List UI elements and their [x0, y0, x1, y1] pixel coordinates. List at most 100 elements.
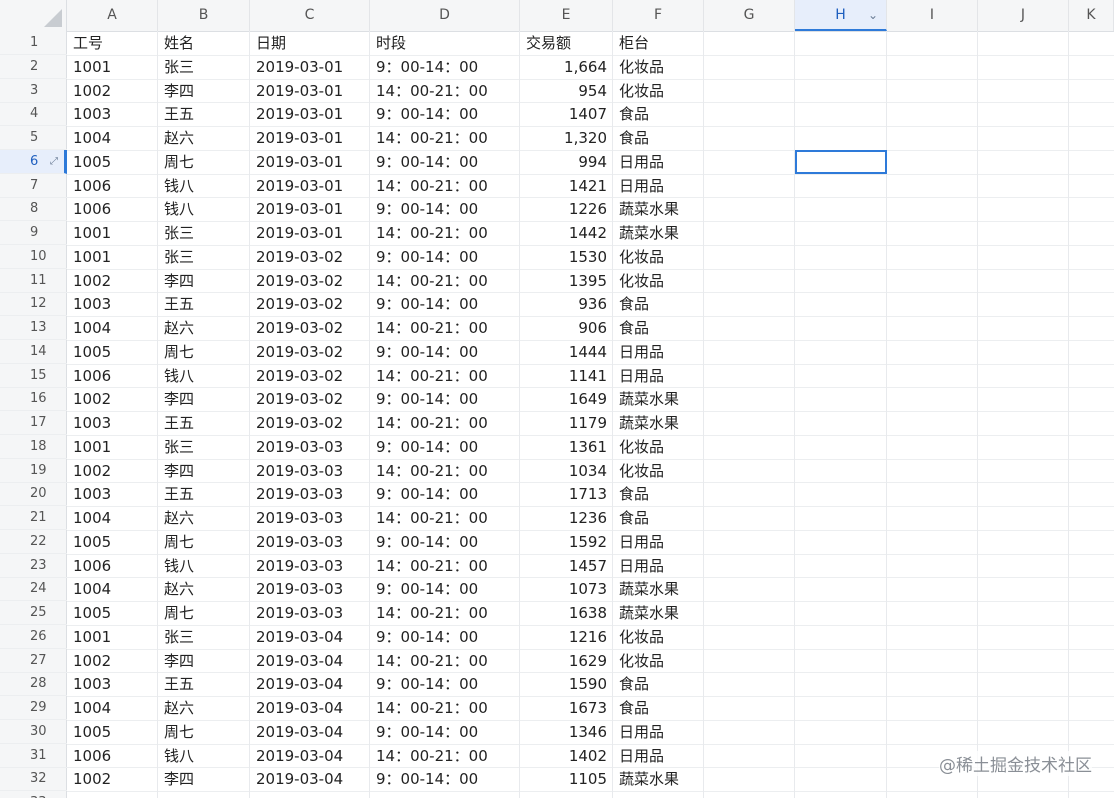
table-cell[interactable]: 蔬菜水果 [613, 767, 704, 791]
table-cell[interactable]: 食品 [613, 292, 704, 316]
table-cell[interactable]: 赵六 [158, 506, 250, 530]
table-cell[interactable]: 9：00-14：00 [370, 767, 520, 791]
table-cell[interactable]: 14：00-21：00 [370, 601, 520, 625]
table-cell[interactable]: 1005 [67, 720, 158, 744]
column-header-I[interactable]: I [887, 0, 978, 31]
table-cell[interactable]: 9：00-14：00 [370, 55, 520, 79]
table-cell[interactable]: 14：00-21：00 [370, 174, 520, 198]
table-cell[interactable]: 王五 [158, 411, 250, 435]
table-cell[interactable]: 食品 [613, 672, 704, 696]
row-header-27[interactable]: 27 [0, 649, 67, 673]
column-header-F[interactable]: F [613, 0, 704, 31]
table-cell[interactable]: 14：00-21：00 [370, 221, 520, 245]
table-cell[interactable]: 1004 [67, 506, 158, 530]
row-header-21[interactable]: 21 [0, 506, 67, 530]
table-cell[interactable]: 1179 [520, 411, 613, 435]
table-cell[interactable]: 1002 [67, 459, 158, 483]
table-cell[interactable]: 张三 [158, 55, 250, 79]
table-cell[interactable]: 14：00-21：00 [370, 364, 520, 388]
table-cell[interactable]: 1003 [67, 102, 158, 126]
table-cell[interactable]: 14：00-21：00 [370, 316, 520, 340]
table-cell[interactable]: 14：00-21：00 [370, 411, 520, 435]
table-cell[interactable]: 日用品 [613, 744, 704, 768]
table-cell[interactable]: 化妆品 [613, 79, 704, 103]
row-header-4[interactable]: 4 [0, 102, 67, 127]
table-cell[interactable]: 954 [520, 79, 613, 103]
table-cell[interactable]: 14：00-21：00 [370, 744, 520, 768]
select-all-corner[interactable] [0, 0, 67, 31]
table-cell[interactable]: 14：00-21：00 [370, 459, 520, 483]
table-cell[interactable]: 日用品 [613, 340, 704, 364]
table-cell[interactable]: 2019-03-02 [250, 292, 370, 316]
table-cell[interactable]: 9：00-14：00 [370, 340, 520, 364]
table-cell[interactable]: 9：00-14：00 [370, 102, 520, 126]
table-cell[interactable]: 1361 [520, 435, 613, 459]
table-cell[interactable]: 2019-03-02 [250, 411, 370, 435]
table-cell[interactable]: 蔬菜水果 [613, 387, 704, 411]
table-cell[interactable]: 1105 [520, 767, 613, 791]
table-cell[interactable]: 食品 [613, 506, 704, 530]
table-cell[interactable]: 周七 [158, 720, 250, 744]
row-header-7[interactable]: 7 [0, 174, 67, 198]
table-cell[interactable]: 2019-03-04 [250, 696, 370, 720]
table-cell[interactable]: 化妆品 [613, 269, 704, 293]
table-cell[interactable]: 周七 [158, 601, 250, 625]
table-cell[interactable]: 994 [520, 150, 613, 174]
table-cell[interactable]: 1002 [67, 79, 158, 103]
table-cell[interactable]: 1006 [67, 197, 158, 221]
table-cell[interactable]: 李四 [158, 269, 250, 293]
table-cell[interactable]: 王五 [158, 482, 250, 506]
row-header-6[interactable]: 6 ⤢ [0, 149, 67, 174]
row-header-24[interactable]: 24 [0, 577, 67, 602]
table-cell[interactable]: 2019-03-03 [250, 554, 370, 578]
table-cell[interactable]: 2019-03-01 [250, 197, 370, 221]
table-cell[interactable]: 1402 [520, 744, 613, 768]
table-cell[interactable]: 化妆品 [613, 55, 704, 79]
header-cell[interactable]: 交易额 [520, 31, 613, 55]
table-cell[interactable]: 化妆品 [613, 625, 704, 649]
table-cell[interactable]: 1001 [67, 221, 158, 245]
selected-cell-H6[interactable] [795, 150, 887, 174]
row-header-1[interactable]: 1 [0, 31, 67, 55]
table-cell[interactable]: 赵六 [158, 126, 250, 150]
table-cell[interactable]: 食品 [613, 316, 704, 340]
table-cell[interactable]: 14：00-21：00 [370, 554, 520, 578]
table-cell[interactable]: 1407 [520, 102, 613, 126]
row-header-16[interactable]: 16 [0, 387, 67, 412]
table-cell[interactable]: 赵六 [158, 316, 250, 340]
table-cell[interactable]: 1530 [520, 245, 613, 269]
table-cell[interactable]: 9：00-14：00 [370, 387, 520, 411]
row-header-28[interactable]: 28 [0, 672, 67, 697]
table-cell[interactable]: 钱八 [158, 197, 250, 221]
table-cell[interactable]: 1003 [67, 292, 158, 316]
row-header-22[interactable]: 22 [0, 530, 67, 554]
table-cell[interactable]: 日用品 [613, 150, 704, 174]
table-cell[interactable]: 化妆品 [613, 459, 704, 483]
table-cell[interactable]: 1638 [520, 601, 613, 625]
column-header-A[interactable]: A [67, 0, 158, 31]
table-cell[interactable]: 化妆品 [613, 649, 704, 673]
table-cell[interactable]: 9：00-14：00 [370, 197, 520, 221]
row-header-19[interactable]: 19 [0, 459, 67, 483]
table-cell[interactable]: 2019-03-02 [250, 269, 370, 293]
table-cell[interactable]: 1001 [67, 55, 158, 79]
table-cell[interactable]: 食品 [613, 482, 704, 506]
table-cell[interactable]: 食品 [613, 102, 704, 126]
table-cell[interactable]: 蔬菜水果 [613, 197, 704, 221]
table-cell[interactable]: 1003 [67, 411, 158, 435]
table-cell[interactable]: 2019-03-01 [250, 174, 370, 198]
table-cell[interactable]: 9：00-14：00 [370, 150, 520, 174]
table-cell[interactable]: 李四 [158, 79, 250, 103]
row-header-13[interactable]: 13 [0, 316, 67, 340]
table-cell[interactable]: 李四 [158, 649, 250, 673]
table-cell[interactable]: 张三 [158, 625, 250, 649]
header-cell[interactable]: 柜台 [613, 31, 704, 55]
table-cell[interactable]: 日用品 [613, 720, 704, 744]
table-cell[interactable]: 1002 [67, 269, 158, 293]
table-cell[interactable]: 1006 [67, 364, 158, 388]
table-cell[interactable]: 2019-03-01 [250, 79, 370, 103]
table-cell[interactable]: 2019-03-04 [250, 625, 370, 649]
table-cell[interactable]: 1346 [520, 720, 613, 744]
table-cell[interactable]: 9：00-14：00 [370, 530, 520, 554]
table-cell[interactable]: 1457 [520, 554, 613, 578]
